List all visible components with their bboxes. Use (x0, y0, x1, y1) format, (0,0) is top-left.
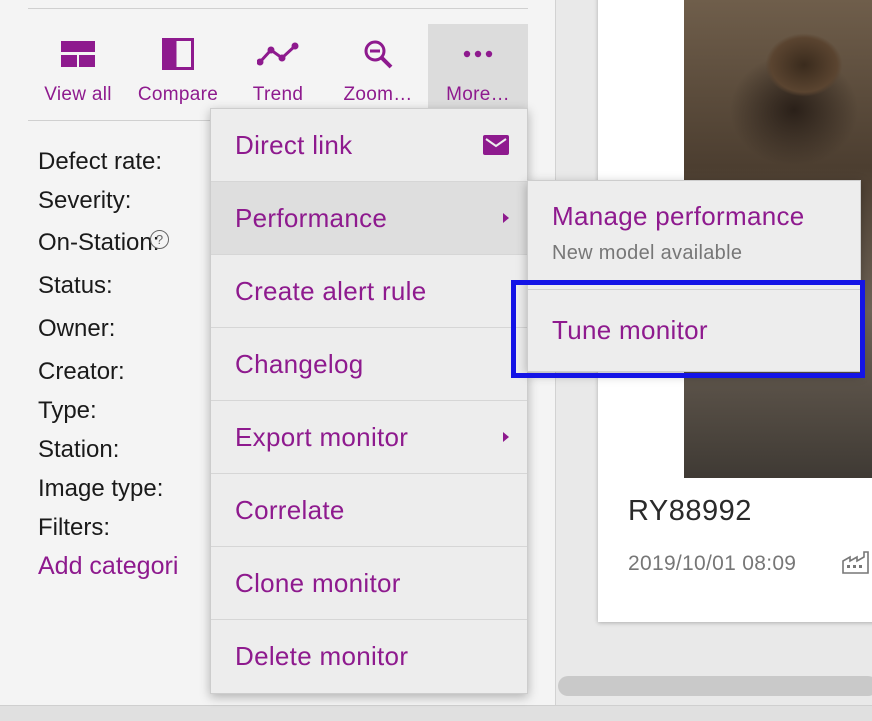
menu-item-label: Export monitor (235, 421, 409, 452)
submenu-item-description: New model available (552, 242, 743, 264)
divider (528, 289, 860, 290)
card-title: RY88992 (628, 495, 752, 527)
field-label-filters: Filters: (38, 514, 110, 541)
field-label-status: Status: (38, 272, 113, 299)
field-label-defect-rate: Defect rate: (38, 148, 163, 175)
menu-item-label: Changelog (235, 348, 364, 379)
divider (28, 8, 528, 9)
menu-item-create-alert-rule[interactable]: Create alert rule (211, 255, 527, 328)
trend-button[interactable]: Trend (228, 24, 328, 108)
zoom-icon (363, 34, 393, 74)
menu-item-changelog[interactable]: Changelog (211, 328, 527, 401)
bottom-bar (0, 705, 872, 721)
chevron-right-icon (503, 213, 509, 223)
menu-item-correlate[interactable]: Correlate (211, 474, 527, 547)
submenu-item-title: Tune monitor (552, 315, 708, 345)
trend-label: Trend (252, 84, 304, 105)
menu-item-delete-monitor[interactable]: Delete monitor (211, 620, 527, 693)
more-icon (463, 34, 493, 74)
field-label-severity: Severity: (38, 187, 132, 214)
more-menu: Direct link Performance Create alert rul… (210, 108, 528, 694)
more-label: More… (446, 84, 510, 105)
menu-item-export-monitor[interactable]: Export monitor (211, 401, 527, 474)
submenu-item-manage-performance[interactable]: Manage performance New model available (528, 201, 860, 265)
add-categories-link[interactable]: Add categori (38, 552, 178, 581)
factory-icon (842, 550, 872, 579)
field-label-type: Type: (38, 397, 97, 424)
horizontal-scrollbar[interactable] (558, 676, 872, 696)
menu-item-label: Performance (235, 202, 388, 233)
help-icon[interactable]: ? (150, 230, 169, 249)
menu-item-label: Create alert rule (235, 275, 427, 306)
more-button[interactable]: More… (428, 24, 528, 108)
mail-icon (483, 135, 509, 155)
menu-item-label: Correlate (235, 494, 345, 525)
performance-submenu: Manage performance New model available T… (527, 180, 861, 372)
menu-item-performance[interactable]: Performance (211, 182, 527, 255)
menu-item-label: Delete monitor (235, 641, 409, 671)
view-all-button[interactable]: View all (28, 24, 128, 108)
view-all-icon (61, 34, 95, 74)
card-date: 2019/10/01 08:09 (628, 552, 797, 575)
field-label-creator: Creator: (38, 358, 125, 385)
field-label-station: Station: (38, 436, 120, 463)
trend-icon (257, 34, 299, 74)
view-all-label: View all (44, 84, 112, 105)
submenu-item-tune-monitor[interactable]: Tune monitor (528, 315, 860, 346)
field-label-owner: Owner: (38, 315, 116, 342)
compare-icon (162, 34, 194, 74)
menu-item-clone-monitor[interactable]: Clone monitor (211, 547, 527, 620)
menu-item-label: Clone monitor (235, 567, 401, 598)
toolbar: View all Compare Trend Zoom… More… (28, 24, 528, 108)
compare-button[interactable]: Compare (128, 24, 228, 108)
chevron-right-icon (503, 432, 509, 442)
submenu-item-title: Manage performance (552, 201, 805, 231)
field-label-on-station: On-Station: (38, 229, 160, 256)
compare-label: Compare (137, 84, 219, 105)
menu-item-label: Direct link (235, 129, 353, 160)
field-label-image-type: Image type: (38, 475, 164, 502)
zoom-button[interactable]: Zoom… (328, 24, 428, 108)
menu-item-direct-link[interactable]: Direct link (211, 109, 527, 182)
zoom-label: Zoom… (343, 84, 413, 105)
